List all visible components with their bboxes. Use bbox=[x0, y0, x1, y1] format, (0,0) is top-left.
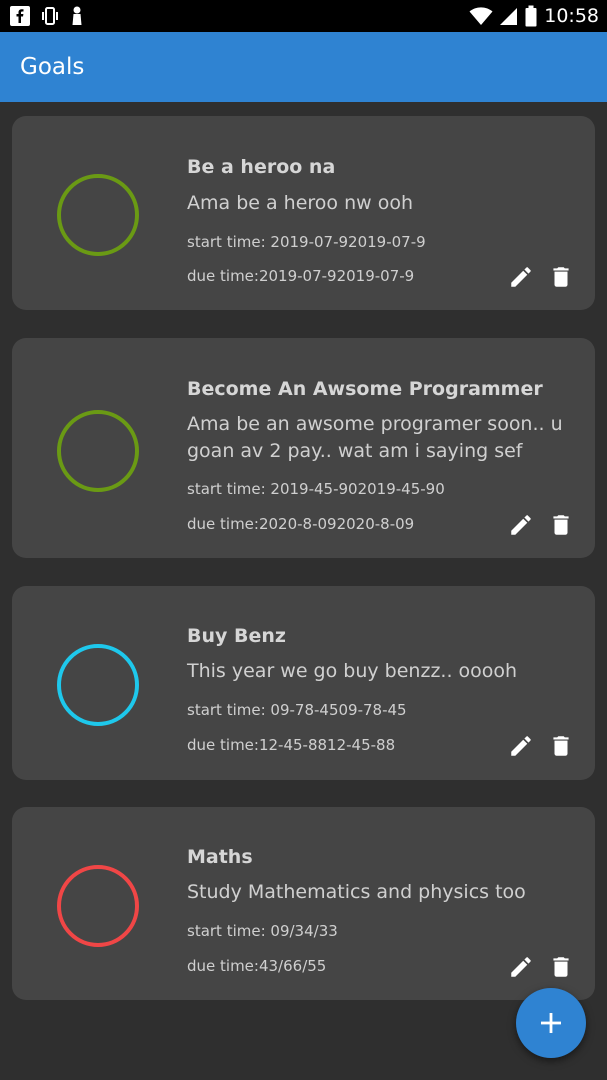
goal-start-time: start time: 09/34/33 bbox=[187, 922, 338, 940]
goal-status-ring bbox=[57, 174, 139, 256]
goal-card[interactable]: Maths Study Mathematics and physics too … bbox=[12, 807, 595, 1000]
delete-button[interactable] bbox=[546, 510, 576, 540]
goal-description: Ama be an awsome programer soon.. u goan… bbox=[187, 413, 563, 462]
delete-button[interactable] bbox=[546, 731, 576, 761]
goal-description: This year we go buy benzz.. ooooh bbox=[187, 660, 518, 682]
goal-start-time: start time: 09-78-4509-78-45 bbox=[187, 701, 407, 719]
add-goal-button[interactable] bbox=[516, 988, 586, 1058]
goal-title: Maths bbox=[187, 846, 253, 868]
goal-status-ring bbox=[57, 644, 139, 726]
edit-button[interactable] bbox=[506, 262, 536, 292]
goal-start-time: start time: 2019-07-92019-07-9 bbox=[187, 233, 426, 251]
pencil-icon bbox=[511, 736, 531, 756]
edit-button[interactable] bbox=[506, 952, 536, 982]
goal-due-time: due time:2019-07-92019-07-9 bbox=[187, 267, 415, 285]
goal-card[interactable]: Be a heroo na Ama be a heroo nw ooh star… bbox=[12, 116, 595, 310]
goal-card[interactable]: Become An Awsome Programmer Ama be an aw… bbox=[12, 338, 595, 558]
trash-icon bbox=[553, 736, 569, 756]
edit-button[interactable] bbox=[506, 731, 536, 761]
goal-title: Become An Awsome Programmer bbox=[187, 378, 543, 400]
goal-status-ring bbox=[57, 865, 139, 947]
trash-icon bbox=[553, 957, 569, 977]
goal-due-time: due time:12-45-8812-45-88 bbox=[187, 736, 396, 754]
trash-icon bbox=[553, 267, 569, 287]
goal-start-time: start time: 2019-45-902019-45-90 bbox=[187, 480, 445, 498]
goal-status-ring bbox=[57, 410, 139, 492]
pencil-icon bbox=[511, 957, 531, 977]
delete-button[interactable] bbox=[546, 952, 576, 982]
plus-icon bbox=[541, 1013, 561, 1033]
pencil-icon bbox=[511, 267, 531, 287]
pencil-icon bbox=[511, 515, 531, 535]
delete-button[interactable] bbox=[546, 262, 576, 292]
goal-description: Study Mathematics and physics too bbox=[187, 881, 526, 903]
goal-title: Be a heroo na bbox=[187, 156, 336, 178]
goal-card[interactable]: Buy Benz This year we go buy benzz.. ooo… bbox=[12, 586, 595, 780]
goal-title: Buy Benz bbox=[187, 625, 286, 647]
goal-due-time: due time:43/66/55 bbox=[187, 957, 327, 975]
goal-due-time: due time:2020-8-092020-8-09 bbox=[187, 515, 415, 533]
goal-list: Be a heroo na Ama be a heroo nw ooh star… bbox=[0, 0, 607, 1080]
goal-description: Ama be a heroo nw ooh bbox=[187, 192, 413, 214]
edit-button[interactable] bbox=[506, 510, 536, 540]
trash-icon bbox=[553, 515, 569, 535]
